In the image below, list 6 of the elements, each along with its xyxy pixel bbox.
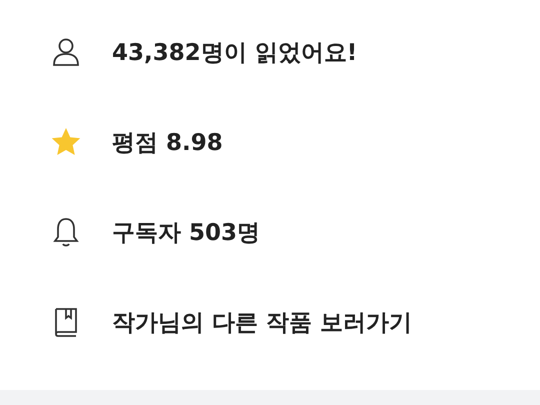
info-text: 작가님의 다른 작품 보러가기: [112, 308, 412, 338]
info-text: 평점 8.98: [112, 128, 223, 158]
star-icon: [50, 126, 82, 158]
info-text: 구독자 503명: [112, 218, 260, 248]
person-icon: [50, 36, 82, 68]
info-text: 43,382명이 읽었어요!: [112, 38, 358, 68]
